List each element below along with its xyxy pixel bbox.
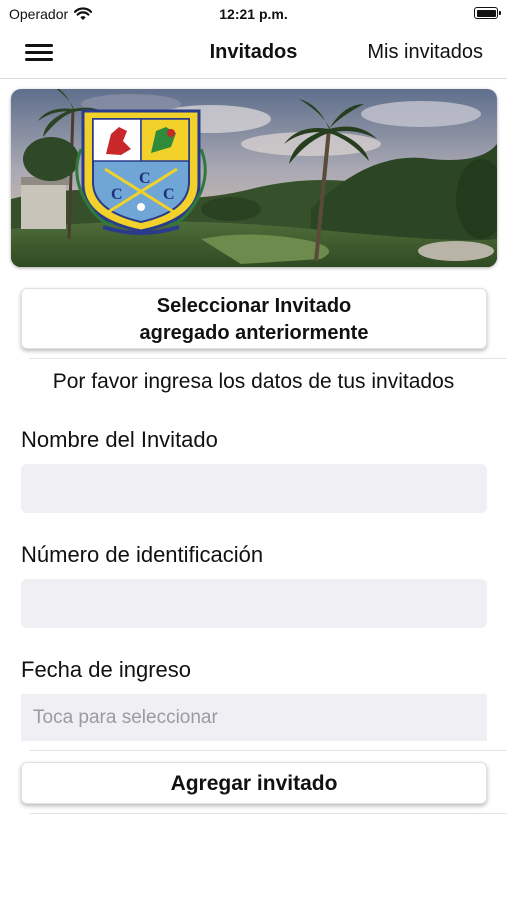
intro-text: Por favor ingresa los datos de tus invit… [52,370,455,393]
nav-bar: Invitados Mis invitados [0,28,507,79]
clock: 12:21 p.m. [219,6,288,22]
battery-icon [474,7,501,19]
divider [29,750,507,751]
select-button-line1: Seleccionar Invitado [156,295,352,317]
crest-letter: C [163,186,175,203]
my-guests-button[interactable]: Mis invitados [367,41,483,64]
guest-name-input[interactable] [21,464,487,513]
select-button-line2: agregado anteriormente [139,322,369,344]
hero-image: C C C [11,89,497,267]
divider [29,813,507,814]
crest-letter: C [111,186,123,203]
hamburger-menu-icon[interactable] [25,42,53,64]
divider [29,358,507,359]
id-number-input[interactable] [21,579,487,628]
club-crest-logo: C C C [75,109,207,235]
entry-date-picker[interactable]: Toca para seleccionar [21,694,487,741]
id-number-label: Número de identificación [21,542,264,567]
select-previous-guest-button[interactable]: Seleccionar Invitado agregado anteriorme… [21,288,487,349]
status-bar: Operador 12:21 p.m. [0,0,507,28]
entry-date-label: Fecha de ingreso [21,657,191,682]
guest-name-label: Nombre del Invitado [21,427,218,452]
crest-letter: C [139,170,151,187]
add-guest-button[interactable]: Agregar invitado [21,762,487,804]
